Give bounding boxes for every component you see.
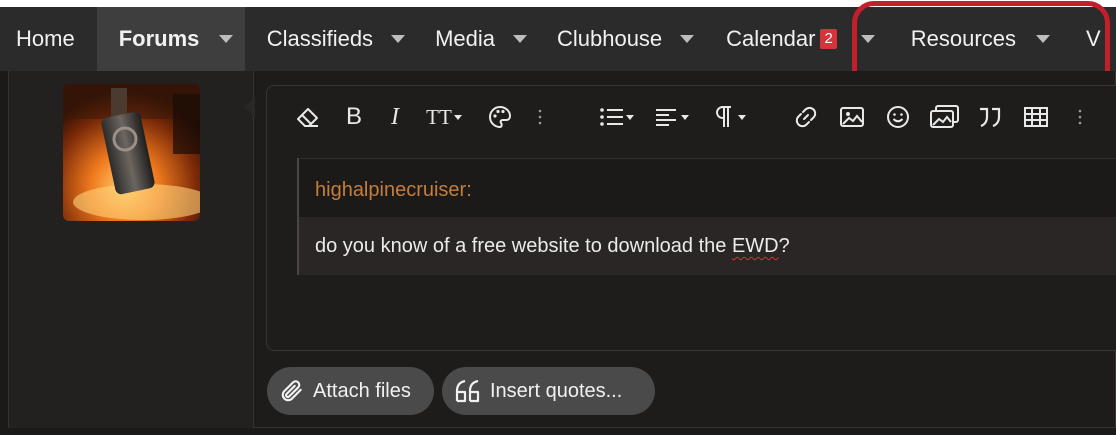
chevron-down-icon[interactable] (680, 35, 695, 43)
eraser-icon[interactable] (293, 100, 323, 134)
chevron-down-icon[interactable] (391, 35, 406, 43)
nav-classifieds-label: Classifieds (266, 26, 374, 51)
align-icon[interactable] (651, 100, 693, 134)
quote-author[interactable]: highalpinecruiser: (315, 179, 472, 202)
calendar-count-badge: 2 (820, 29, 837, 49)
nav-forums-label: Forums (118, 26, 200, 51)
table-icon[interactable] (1021, 100, 1051, 134)
reply-area: B I TT highalpinecruiser: do you know of… (8, 71, 1116, 428)
insert-quotes-label: Insert quotes... (490, 379, 623, 402)
nav-forums[interactable]: Forums (96, 7, 245, 71)
nav-home-label: Home (16, 26, 75, 51)
list-icon[interactable] (595, 100, 637, 134)
chevron-down-icon (625, 114, 634, 120)
italic-label: I (391, 103, 399, 130)
quote-header: highalpinecruiser: (299, 158, 1116, 217)
text-size-label: TT (426, 104, 452, 129)
italic-icon[interactable]: I (381, 100, 409, 134)
nav-clubhouse[interactable]: Clubhouse (547, 7, 716, 71)
chevron-down-icon[interactable] (219, 35, 234, 43)
quote-text: do you know of a free website to downloa… (315, 235, 790, 258)
quote-body: do you know of a free website to downloa… (299, 217, 1116, 275)
paragraph-icon[interactable] (711, 100, 751, 134)
attach-files-button[interactable]: Attach files (267, 367, 434, 415)
quote-text-after: ? (778, 235, 790, 257)
insert-quotes-button[interactable]: Insert quotes... (442, 367, 655, 415)
bold-label: B (345, 103, 362, 130)
misspelled-word[interactable]: EWD (732, 235, 779, 257)
link-icon[interactable] (791, 100, 821, 134)
message-editor[interactable]: B I TT highalpinecruiser: do you know of… (266, 85, 1116, 351)
attach-files-label: Attach files (313, 379, 411, 402)
editor-toolbar: B I TT (267, 86, 1116, 148)
quote-block: highalpinecruiser: do you know of a free… (297, 158, 1116, 275)
smiley-icon[interactable] (883, 100, 913, 134)
more-vertical-icon[interactable] (533, 100, 547, 134)
editor-pointer (245, 97, 255, 117)
chevron-down-icon (738, 114, 746, 120)
nav-media[interactable]: Media (425, 7, 547, 71)
avatar-image (63, 84, 200, 221)
paperclip-icon (281, 380, 302, 402)
chevron-down-icon (681, 114, 689, 120)
media-icon[interactable] (929, 100, 961, 134)
text-size-icon[interactable]: TT (421, 100, 467, 134)
nav-clubhouse-label: Clubhouse (556, 26, 663, 51)
nav-media-label: Media (435, 26, 495, 51)
bold-icon[interactable]: B (339, 100, 369, 134)
image-icon[interactable] (837, 100, 867, 134)
user-column (9, 71, 254, 428)
nav-calendar-label: Calendar (726, 26, 816, 51)
quote-icon[interactable] (975, 100, 1005, 134)
chevron-down-icon (453, 114, 462, 120)
nav-home[interactable]: Home (0, 7, 97, 71)
chevron-down-icon[interactable] (512, 35, 527, 43)
nav-classifieds[interactable]: Classifieds (245, 7, 425, 71)
palette-icon[interactable] (485, 100, 515, 134)
avatar[interactable] (63, 84, 200, 221)
quote-text-before: do you know of a free website to downloa… (315, 235, 732, 257)
more-vertical-icon[interactable] (1073, 100, 1087, 134)
quote-icon (455, 379, 480, 403)
